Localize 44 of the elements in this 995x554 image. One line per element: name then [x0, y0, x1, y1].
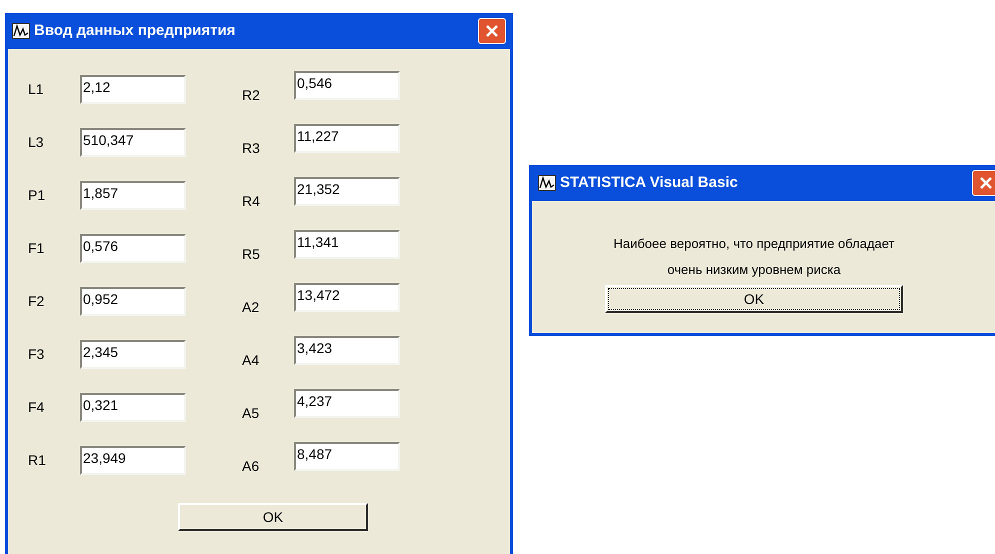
input-field[interactable]: 0,576: [80, 234, 186, 263]
field-label: A2: [242, 298, 260, 317]
field-label: A5: [242, 404, 260, 423]
message-text: очень низким уровнем риска: [667, 261, 841, 279]
input-field[interactable]: 2,345: [80, 340, 186, 369]
chart-icon: [12, 23, 30, 39]
input-field[interactable]: 0,952: [80, 287, 186, 316]
field-label: P1: [28, 186, 46, 205]
window-title: STATISTICA Visual Basic: [560, 172, 739, 193]
field-label: F3: [28, 345, 46, 364]
input-field[interactable]: 4,237: [294, 389, 400, 418]
field-label: F1: [28, 239, 46, 258]
close-button[interactable]: [972, 170, 995, 196]
ok-button[interactable]: OK: [605, 285, 903, 313]
input-field[interactable]: 11,227: [294, 124, 400, 153]
input-field[interactable]: 510,347: [80, 128, 186, 157]
input-field[interactable]: 13,472: [294, 283, 400, 312]
input-field[interactable]: 11,341: [294, 230, 400, 259]
input-field[interactable]: 3,423: [294, 336, 400, 365]
input-field[interactable]: 21,352: [294, 177, 400, 206]
input-field[interactable]: 0,321: [80, 393, 186, 422]
input-field[interactable]: 23,949: [80, 446, 186, 475]
chart-icon: [538, 175, 556, 191]
field-label: R2: [242, 86, 261, 105]
field-label: L1: [28, 80, 45, 99]
input-field[interactable]: 8,487: [294, 442, 400, 471]
field-label: R4: [242, 192, 261, 211]
close-icon: [979, 176, 993, 190]
input-field[interactable]: 2,12: [80, 75, 186, 104]
close-button[interactable]: [478, 18, 506, 44]
ok-button[interactable]: OK: [178, 503, 368, 531]
field-label: L3: [28, 133, 45, 152]
field-label: R1: [28, 451, 47, 470]
field-label: F4: [28, 398, 46, 417]
field-label: A6: [242, 457, 260, 476]
close-icon: [485, 24, 499, 38]
input-field[interactable]: 1,857: [80, 181, 186, 210]
field-label: R3: [242, 139, 261, 158]
field-label: R5: [242, 245, 261, 264]
window-title: Ввод данных предприятия: [34, 20, 236, 41]
input-field[interactable]: 0,546: [294, 71, 400, 100]
field-label: A4: [242, 351, 260, 370]
message-text: Наибоее вероятно, что предприятие обладает: [613, 235, 895, 253]
field-label: F2: [28, 292, 46, 311]
